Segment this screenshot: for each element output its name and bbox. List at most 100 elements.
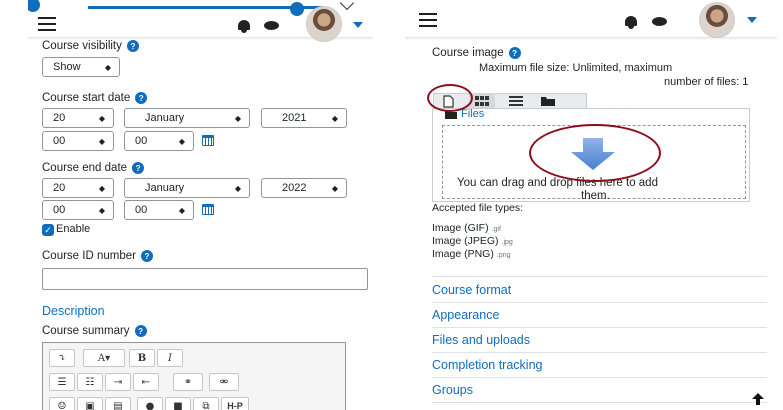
bell-icon[interactable] (238, 20, 250, 33)
user-menu-caret-icon[interactable] (353, 22, 363, 28)
chat-icon[interactable] (652, 17, 667, 26)
end-hour-value: 00 (53, 204, 66, 216)
file-type-jpeg-name: Image (JPEG) (432, 235, 499, 247)
arrow-up-icon[interactable] (752, 393, 764, 405)
end-day-select[interactable]: 20 ◆ (42, 178, 114, 198)
select-arrow-icon: ◆ (98, 113, 105, 123)
avatar[interactable] (306, 6, 342, 42)
course-visibility-value: Show (53, 61, 81, 73)
editor-bold-button[interactable]: B (129, 349, 155, 367)
editor-italic-button[interactable]: I (157, 349, 183, 367)
editor-font-color-button[interactable]: A▾ (83, 349, 125, 367)
file-type-gif-name: Image (GIF) (432, 222, 489, 234)
unordered-list-icon[interactable]: ☰ (49, 373, 75, 391)
question-circle-icon[interactable]: ? (126, 40, 139, 52)
file-type-png-ext: .png (496, 252, 511, 259)
accepted-file-types-label: Accepted file types: (432, 202, 524, 214)
start-month-select[interactable]: January ◆ (124, 108, 250, 128)
start-year-select[interactable]: 2021 ◆ (261, 108, 347, 128)
calendar-icon[interactable] (202, 135, 214, 146)
emoji-icon[interactable]: ☺ (49, 397, 75, 410)
max-files-info: number of files: 1 (664, 76, 749, 88)
section-groups[interactable]: Groups (432, 383, 473, 397)
h5p-button[interactable]: H-P (221, 397, 249, 410)
bell-icon[interactable] (625, 16, 637, 29)
editor-collapse-button[interactable]: ⤵ (49, 349, 75, 367)
progress-knob (28, 0, 40, 12)
question-circle-icon[interactable]: ? (508, 47, 521, 59)
ordered-list-icon[interactable]: ☷ (77, 373, 103, 391)
select-arrow-icon: ◆ (104, 62, 111, 72)
end-month-select[interactable]: January ◆ (124, 178, 250, 198)
question-circle-icon[interactable]: ? (134, 325, 147, 337)
start-day-select[interactable]: 20 ◆ (42, 108, 114, 128)
enable-checkbox[interactable]: ✓ (42, 224, 54, 236)
course-id-input[interactable] (42, 268, 368, 290)
video-icon[interactable]: ■ (165, 397, 191, 410)
files-link[interactable]: Files (461, 108, 484, 120)
select-arrow-icon: ◆ (331, 113, 338, 123)
select-arrow-icon: ◆ (178, 136, 185, 146)
course-summary-text: Course summary (42, 325, 130, 337)
user-menu-caret-icon[interactable] (747, 17, 757, 23)
right-screenshot-panel: Course image ? Maximum file size: Unlimi… (405, 0, 777, 410)
microphone-icon[interactable]: ● (137, 397, 163, 410)
divider (432, 402, 767, 403)
image-icon[interactable]: ▣ (77, 397, 103, 410)
left-screenshot-panel: Course visibility ? Show ◆ Course start d… (28, 0, 373, 410)
link-icon[interactable]: ⚭ (173, 373, 203, 391)
file-type-gif-ext: .gif (491, 226, 501, 233)
course-visibility-select[interactable]: Show ◆ (42, 57, 120, 77)
section-completion-tracking[interactable]: Completion tracking (432, 358, 542, 372)
course-end-date-text: Course end date (42, 162, 128, 174)
question-circle-icon[interactable]: ? (132, 162, 145, 174)
description-heading[interactable]: Description (42, 304, 105, 318)
chevron-down-icon[interactable] (339, 0, 355, 11)
unlink-icon[interactable]: ⚮ (209, 373, 239, 391)
question-circle-icon[interactable]: ? (140, 250, 153, 262)
course-start-date-text: Course start date (42, 92, 131, 104)
divider (432, 276, 767, 277)
start-day-value: 20 (53, 112, 66, 124)
file-type-jpeg: Image (JPEG) .jpg (432, 235, 513, 247)
folder-view-icon[interactable] (535, 93, 561, 109)
copy-icon[interactable]: ⧉ (193, 397, 219, 410)
section-course-format[interactable]: Course format (432, 283, 511, 297)
course-summary-editor: ⤵ A▾ B I ☰ ☷ ⇥ ⇤ ⚭ ⚮ ☺ ▣ ▤ ● ■ ⧉ H-P (42, 342, 346, 410)
calendar-icon[interactable] (202, 204, 214, 215)
start-minute-select[interactable]: 00 ◆ (124, 131, 194, 151)
grid-view-icon[interactable] (469, 93, 495, 109)
start-hour-select[interactable]: 00 ◆ (42, 131, 114, 151)
select-arrow-icon: ◆ (234, 113, 241, 123)
end-minute-select[interactable]: 00 ◆ (124, 200, 194, 220)
select-arrow-icon: ◆ (98, 136, 105, 146)
avatar[interactable] (699, 2, 735, 38)
chat-icon[interactable] (264, 21, 279, 30)
file-type-jpeg-ext: .jpg (501, 239, 513, 246)
end-year-select[interactable]: 2022 ◆ (261, 178, 347, 198)
hamburger-icon[interactable] (38, 17, 56, 31)
course-id-label: Course ID number ? (42, 250, 153, 262)
course-id-text: Course ID number (42, 250, 136, 262)
start-hour-value: 00 (53, 135, 66, 147)
start-year-value: 2021 (282, 112, 307, 124)
list-view-icon[interactable] (503, 93, 529, 109)
enable-label: Enable (56, 223, 91, 235)
outdent-icon[interactable]: ⇤ (133, 373, 159, 391)
hamburger-icon[interactable] (419, 13, 437, 27)
progress-end-knob (290, 2, 304, 16)
file-type-png-name: Image (PNG) (432, 248, 494, 260)
media-icon[interactable]: ▤ (105, 397, 131, 410)
course-image-label: Course image ? (432, 47, 521, 59)
select-arrow-icon: ◆ (178, 205, 185, 215)
section-files-and-uploads[interactable]: Files and uploads (432, 333, 530, 347)
divider (432, 352, 767, 353)
indent-icon[interactable]: ⇥ (105, 373, 131, 391)
section-appearance[interactable]: Appearance (432, 308, 499, 322)
divider (432, 377, 767, 378)
progress-bar (88, 6, 323, 9)
file-type-png: Image (PNG) .png (432, 248, 510, 260)
question-circle-icon[interactable]: ? (135, 92, 148, 104)
end-hour-select[interactable]: 00 ◆ (42, 200, 114, 220)
end-day-value: 20 (53, 182, 66, 194)
